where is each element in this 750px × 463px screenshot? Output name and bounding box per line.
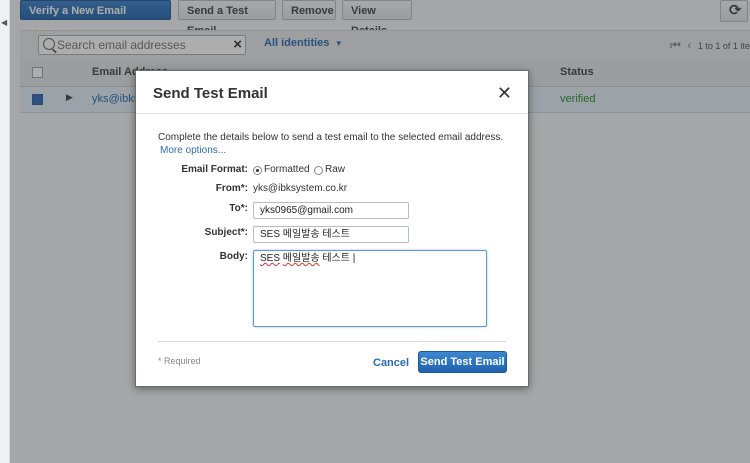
body-label: Body:	[219, 251, 248, 262]
description-text: Complete the details below to send a tes…	[158, 132, 504, 143]
from-label: From*:	[215, 183, 248, 194]
footer-divider	[158, 341, 506, 342]
subject-field[interactable]: SES 메일발송 테스트	[253, 226, 409, 243]
from-value: yks@ibksystem.co.kr	[253, 183, 348, 194]
format-raw-label[interactable]: Raw	[325, 164, 345, 175]
body-textarea[interactable]: SES 메일발송 테스트 |	[253, 250, 487, 327]
body-text-part-a: SES	[260, 253, 281, 264]
to-field[interactable]: yks0965@gmail.com	[253, 202, 409, 219]
send-test-email-submit-button[interactable]: Send Test Email	[418, 351, 507, 373]
cancel-button[interactable]: Cancel	[373, 357, 409, 369]
dialog-divider	[136, 113, 528, 114]
email-format-label: Email Format:	[181, 164, 248, 175]
body-text-part-b: 메일발송	[282, 253, 320, 264]
format-formatted-label[interactable]: Formatted	[264, 164, 310, 175]
to-label: To*:	[229, 203, 248, 214]
collapse-arrow-icon[interactable]: ◀	[1, 18, 7, 27]
subject-label: Subject*:	[204, 227, 248, 238]
format-formatted-radio[interactable]	[253, 166, 262, 175]
required-note: * Required	[158, 356, 201, 366]
dialog-description: Complete the details below to send a tes…	[158, 131, 510, 157]
more-options-link[interactable]: More options...	[160, 145, 226, 156]
body-text-part-c: 테스트	[322, 253, 350, 264]
close-icon[interactable]: ✕	[497, 83, 512, 104]
format-raw-radio[interactable]	[314, 166, 323, 175]
text-cursor: |	[352, 253, 356, 264]
dialog-title: Send Test Email	[153, 85, 268, 102]
send-test-email-dialog: Send Test Email ✕ Complete the details b…	[135, 70, 529, 387]
left-nav-strip: ◀	[0, 0, 10, 463]
